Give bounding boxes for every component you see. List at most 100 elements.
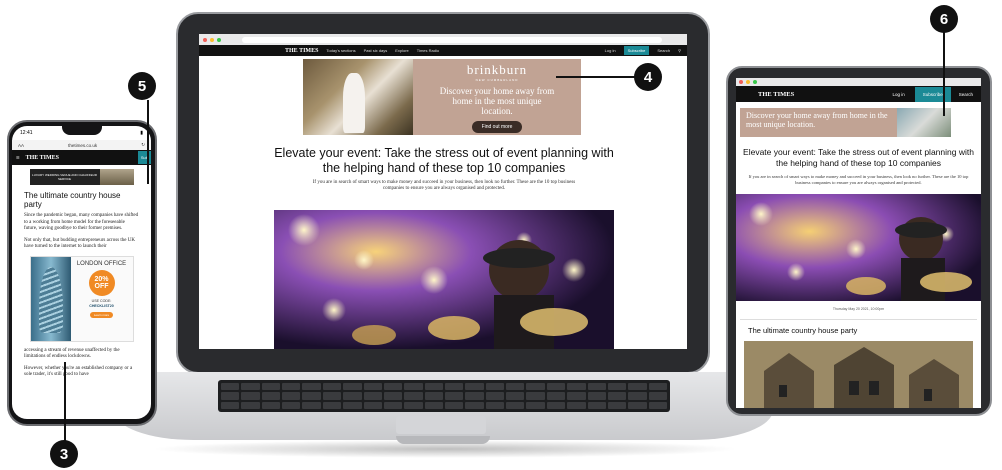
keyboard-key	[221, 383, 240, 391]
search-icon[interactable]: ⚲	[678, 48, 681, 53]
article-lead: If you are in search of smart ways to ma…	[312, 180, 576, 191]
keyboard-key	[546, 401, 566, 409]
keyboard-key	[363, 392, 382, 400]
callout-6-line	[943, 30, 945, 116]
tablet-subscribe-button[interactable]: Subscribe	[914, 86, 951, 102]
keyboard-key	[444, 383, 464, 391]
ad-text-panel: brinkburn NEW CUMBERLAND Discover your h…	[413, 59, 581, 135]
browser-chrome	[199, 34, 687, 45]
reload-icon[interactable]: ↻	[141, 142, 145, 148]
brinkburn-ad-banner[interactable]: brinkburn NEW CUMBERLAND Discover your h…	[303, 59, 581, 135]
keyboard-key	[363, 383, 382, 391]
tablet-ad-tagline: Discover your home away from home in the…	[740, 108, 897, 137]
keyboard-key	[526, 401, 545, 409]
keyboard-key	[241, 383, 260, 391]
phone-article-body-continued: accessing a stream of revenue unaffected…	[12, 348, 151, 379]
search-link[interactable]: Search	[657, 48, 670, 53]
keyboard-key	[322, 383, 342, 391]
keyboard-key	[383, 392, 403, 400]
tablet-search-link[interactable]: Search	[951, 92, 981, 97]
phone-article-body: Since the pandemic began, many companies…	[12, 213, 151, 251]
keyboard-key	[567, 383, 586, 391]
laptop-front-notch	[396, 436, 490, 444]
paragraph: Since the pandemic began, many companies…	[24, 213, 139, 231]
related-article-card[interactable]: The ultimate country house party	[740, 319, 977, 335]
callout-3-line	[64, 362, 66, 444]
phone-subscribe-button[interactable]: Sub	[137, 151, 151, 164]
keyboard-key	[404, 383, 423, 391]
keyboard-key	[302, 392, 321, 400]
tablet-ad-banner[interactable]: Discover your home away from home in the…	[740, 108, 951, 137]
keyboard-key	[424, 383, 443, 391]
keyboard-key	[302, 383, 321, 391]
maximize-dot-icon[interactable]	[217, 37, 221, 42]
callout-4: 4	[634, 63, 662, 91]
keyboard-key	[383, 383, 403, 391]
laptop-screen: THE TIMES Today's sections Past six days…	[199, 34, 687, 349]
phone-time: 12:41	[20, 130, 33, 136]
wedding-couple-photo	[303, 59, 413, 135]
keyboard-key	[322, 401, 342, 409]
keyboard-key	[587, 392, 606, 400]
country-house-image[interactable]	[744, 341, 973, 408]
phone-ad-text: LUXURY WEDDING VENUE AND CHAUFFEUR SERVI…	[32, 173, 97, 181]
minimize-dot-icon[interactable]	[746, 80, 750, 84]
subscribe-button[interactable]: Subscribe	[623, 46, 650, 55]
keyboard-key	[241, 401, 260, 409]
menu-icon[interactable]: ☰	[16, 155, 20, 160]
learn-more-button[interactable]: Learn more	[89, 311, 114, 318]
promo-code-block: USE CODE: CHECKLIST20	[89, 299, 114, 309]
close-dot-icon[interactable]	[739, 80, 743, 84]
callout-3: 3	[50, 440, 78, 468]
laptop-keyboard	[218, 380, 670, 412]
keyboard-key	[628, 383, 647, 391]
callout-6: 6	[930, 5, 958, 33]
keyboard-key	[282, 383, 301, 391]
phone-ad-banner[interactable]: LUXURY WEDDING VENUE AND CHAUFFEUR SERVI…	[29, 169, 134, 185]
phone-notch	[62, 126, 102, 135]
site-nav: THE TIMES Today's sections Past six days…	[199, 45, 687, 56]
keyboard-key	[485, 383, 505, 391]
address-bar[interactable]	[242, 36, 662, 43]
keyboard-key	[465, 401, 484, 409]
keyboard-key	[648, 383, 667, 391]
phone-url[interactable]: thetimes.co.uk	[28, 143, 137, 148]
nav-item-times-radio[interactable]: Times Radio	[417, 48, 439, 53]
maximize-dot-icon[interactable]	[753, 80, 757, 84]
nav-item-past-six-days[interactable]: Past six days	[364, 48, 388, 53]
login-link[interactable]: Log in	[605, 48, 616, 53]
find-out-more-button[interactable]: Find out more	[471, 120, 523, 133]
minimize-dot-icon[interactable]	[210, 37, 214, 42]
ad-brand-sub: NEW CUMBERLAND	[475, 77, 519, 82]
keyboard-key	[526, 392, 545, 400]
tablet-login-link[interactable]: Log in	[882, 92, 914, 97]
keyboard-key	[343, 401, 362, 409]
keyboard-key	[282, 392, 301, 400]
keyboard-key	[363, 401, 382, 409]
promo-code: CHECKLIST20	[89, 303, 114, 308]
times-logo[interactable]: THE TIMES	[285, 48, 318, 54]
tablet-article-lead: If you are in search of smart ways to ma…	[748, 174, 969, 185]
tablet-screen: THE TIMES Log in Subscribe Search Discov…	[736, 78, 981, 408]
laptop-trackpad	[396, 416, 486, 434]
keyboard-key	[485, 401, 505, 409]
tablet-times-logo[interactable]: THE TIMES	[758, 91, 794, 98]
keyboard-key	[424, 392, 443, 400]
promo-text: LONDON OFFICE 20% OFF USE CODE: CHECKLIS…	[70, 256, 133, 341]
reader-aa[interactable]: AA	[18, 143, 24, 148]
nav-item-explore[interactable]: Explore	[395, 48, 409, 53]
keyboard-key	[628, 401, 647, 409]
related-article-title[interactable]: The ultimate country house party	[748, 326, 969, 335]
phone-address-bar[interactable]: AA thetimes.co.uk ↻	[12, 140, 151, 150]
keyboard-key	[567, 401, 586, 409]
phone-times-logo[interactable]: THE TIMES	[26, 155, 59, 161]
phone-site-nav: ☰ THE TIMES Sub	[12, 150, 151, 165]
promo-title: LONDON OFFICE	[76, 260, 127, 267]
paragraph: accessing a stream of revenue unaffected…	[24, 347, 120, 360]
callout-5-line	[147, 100, 149, 184]
nav-item-todays-sections[interactable]: Today's sections	[326, 48, 355, 53]
keyboard-key	[607, 401, 627, 409]
close-dot-icon[interactable]	[203, 37, 207, 42]
keyboard-key	[506, 383, 525, 391]
london-office-promo[interactable]: LONDON OFFICE 20% OFF USE CODE: CHECKLIS…	[29, 255, 134, 342]
